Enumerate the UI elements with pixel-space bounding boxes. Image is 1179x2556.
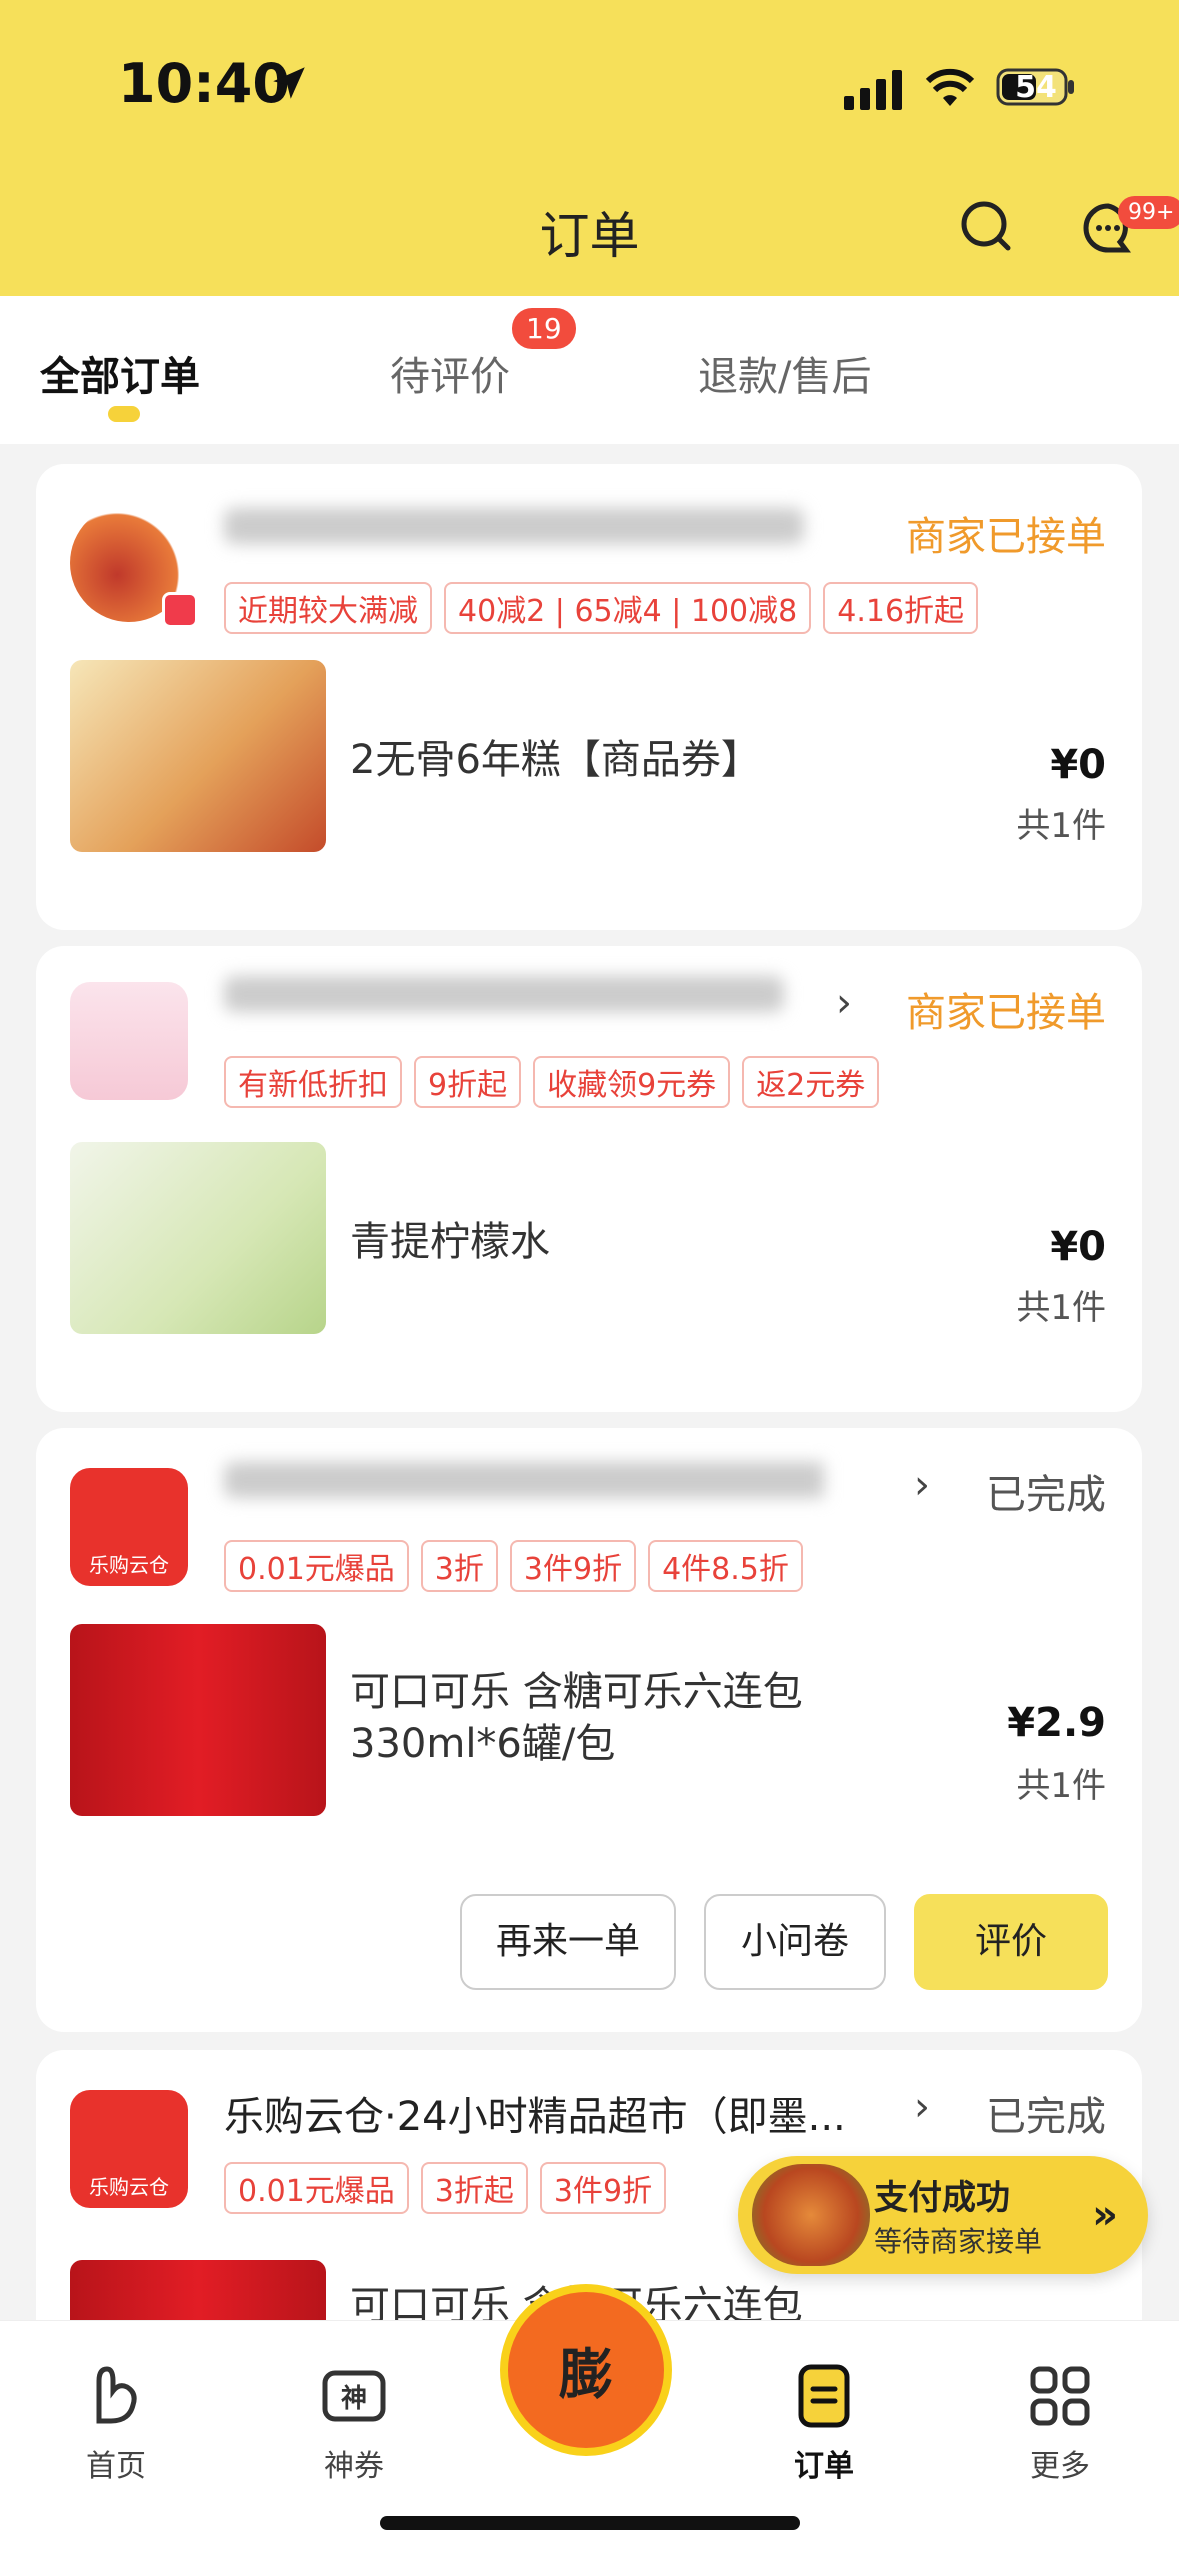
product-image[interactable] bbox=[70, 660, 326, 852]
promo-tag: 40减2 | 65减4 | 100减8 bbox=[444, 582, 812, 634]
home-rabbit-icon bbox=[96, 2366, 137, 2424]
tab-active-indicator bbox=[108, 406, 140, 422]
product-image[interactable] bbox=[70, 1624, 326, 1816]
message-badge: 99+ bbox=[1118, 196, 1179, 229]
tab-refund-aftersale[interactable]: 退款/售后 bbox=[698, 344, 871, 402]
store-badge-icon bbox=[162, 592, 198, 628]
promo-tag: 0.01元爆品 bbox=[224, 2162, 409, 2214]
promo-tag: 3件9折 bbox=[509, 1540, 637, 1592]
home-indicator[interactable] bbox=[380, 2516, 800, 2530]
promo-tag: 4.16折起 bbox=[823, 582, 979, 634]
order-price: ¥2.9 bbox=[1007, 1700, 1106, 1746]
tab-pending-review[interactable]: 待评价 bbox=[390, 344, 510, 402]
tab-all-orders[interactable]: 全部订单 bbox=[40, 344, 200, 402]
promo-tag: 3折 bbox=[420, 1540, 498, 1592]
nav-coupon[interactable]: 神 神券 bbox=[294, 2361, 414, 2485]
promo-tag: 3折起 bbox=[420, 2162, 528, 2214]
store-name[interactable]: 乐购云仓·24小时精品超市（即墨... bbox=[224, 2084, 904, 2142]
promo-tag: 返2元券 bbox=[742, 1056, 880, 1108]
order-price: ¥0 bbox=[1050, 1224, 1106, 1270]
status-time: 10:40 bbox=[118, 52, 290, 115]
header: 10:40 54 订单 99+ bbox=[0, 0, 1179, 296]
coupon-icon: 神 bbox=[322, 2370, 386, 2422]
store-logo: 乐购云仓 bbox=[70, 2090, 188, 2208]
product-name: 可口可乐 含糖可乐六连包 330ml*6罐/包 bbox=[350, 1669, 803, 1767]
store-name[interactable] bbox=[224, 976, 824, 1022]
expand-coupon-button[interactable]: 膨 bbox=[500, 2284, 672, 2456]
order-quantity: 共1件 bbox=[1016, 806, 1106, 846]
nav-home[interactable]: 首页 bbox=[56, 2361, 176, 2485]
chevron-right-icon[interactable]: › bbox=[914, 2084, 930, 2130]
toast-title: 支付成功 bbox=[874, 2178, 1010, 2218]
order-status: 已完成 bbox=[986, 1472, 1106, 1518]
promo-tag: 0.01元爆品 bbox=[224, 1540, 409, 1592]
order-status: 商家已接单 bbox=[906, 514, 1106, 560]
expand-coupon-icon: 膨 bbox=[559, 2343, 613, 2406]
store-logo bbox=[70, 982, 188, 1100]
wifi-icon bbox=[925, 68, 975, 106]
order-quantity: 共1件 bbox=[1016, 1288, 1106, 1328]
status-bar: 10:40 54 bbox=[0, 0, 1179, 170]
product-name: 青提柠檬水 bbox=[350, 1219, 550, 1265]
nav-orders[interactable]: 订单 bbox=[764, 2361, 884, 2485]
promo-tag: 有新低折扣 bbox=[224, 1056, 402, 1108]
toast-image bbox=[752, 2164, 870, 2266]
store-name[interactable] bbox=[224, 508, 824, 554]
order-card[interactable]: 商家已接单 近期较大满减 40减2 | 65减4 | 100减8 4.16折起 … bbox=[36, 464, 1142, 930]
product-name: 2无骨6年糕【商品券】 bbox=[350, 737, 761, 783]
chevron-right-icon[interactable]: › bbox=[914, 1462, 930, 1508]
pending-review-badge: 19 bbox=[512, 308, 576, 349]
double-chevron-right-icon[interactable]: » bbox=[1092, 2192, 1118, 2238]
nav-label: 首页 bbox=[86, 2449, 146, 2484]
nav-more[interactable]: 更多 bbox=[1000, 2361, 1120, 2485]
promo-tag: 收藏领9元券 bbox=[533, 1056, 731, 1108]
toast-subtitle: 等待商家接单 bbox=[874, 2225, 1043, 2258]
store-logo: 乐购云仓 bbox=[70, 1468, 188, 1586]
promo-tag: 3件9折 bbox=[539, 2162, 667, 2214]
product-image[interactable] bbox=[70, 1142, 326, 1334]
order-card[interactable]: › 商家已接单 有新低折扣 9折起 收藏领9元券 返2元券 青提柠檬水 ¥0 共… bbox=[36, 946, 1142, 1412]
order-quantity: 共1件 bbox=[1016, 1766, 1106, 1806]
reorder-button[interactable]: 再来一单 bbox=[460, 1894, 676, 1990]
nav-label: 订单 bbox=[794, 2449, 854, 2484]
promo-tags: 0.01元爆品 3折起 3件9折 bbox=[224, 2162, 667, 2214]
review-button[interactable]: 评价 bbox=[914, 1894, 1108, 1990]
promo-tag: 近期较大满减 bbox=[224, 582, 432, 634]
promo-tag: 4件8.5折 bbox=[648, 1540, 803, 1592]
cellular-signal-icon bbox=[844, 70, 902, 110]
battery-level: 54 bbox=[1015, 70, 1057, 105]
store-name[interactable] bbox=[224, 1462, 824, 1508]
order-card[interactable]: 乐购云仓 › 已完成 0.01元爆品 3折 3件9折 4件8.5折 可口可乐 含… bbox=[36, 1428, 1142, 2032]
chevron-right-icon[interactable]: › bbox=[836, 980, 852, 1026]
payment-success-toast[interactable]: 支付成功 等待商家接单 » bbox=[738, 2156, 1148, 2274]
promo-tags: 有新低折扣 9折起 收藏领9元券 返2元券 bbox=[224, 1056, 880, 1108]
promo-tag: 9折起 bbox=[414, 1056, 522, 1108]
location-arrow-icon bbox=[273, 67, 305, 99]
nav-label: 神券 bbox=[324, 2449, 384, 2484]
search-icon[interactable] bbox=[958, 198, 1014, 254]
survey-button[interactable]: 小问卷 bbox=[704, 1894, 886, 1990]
grid-icon bbox=[1030, 2366, 1090, 2426]
order-price: ¥0 bbox=[1050, 742, 1106, 788]
order-tabs: 全部订单 待评价 19 退款/售后 bbox=[0, 296, 1179, 444]
nav-label: 更多 bbox=[1030, 2449, 1090, 2484]
svg-text:神: 神 bbox=[341, 2384, 367, 2414]
order-status: 商家已接单 bbox=[906, 990, 1106, 1036]
promo-tags: 近期较大满减 40减2 | 65减4 | 100减8 4.16折起 bbox=[224, 582, 979, 634]
orders-icon bbox=[798, 2364, 850, 2428]
promo-tags: 0.01元爆品 3折 3件9折 4件8.5折 bbox=[224, 1540, 803, 1592]
order-status: 已完成 bbox=[986, 2094, 1106, 2140]
